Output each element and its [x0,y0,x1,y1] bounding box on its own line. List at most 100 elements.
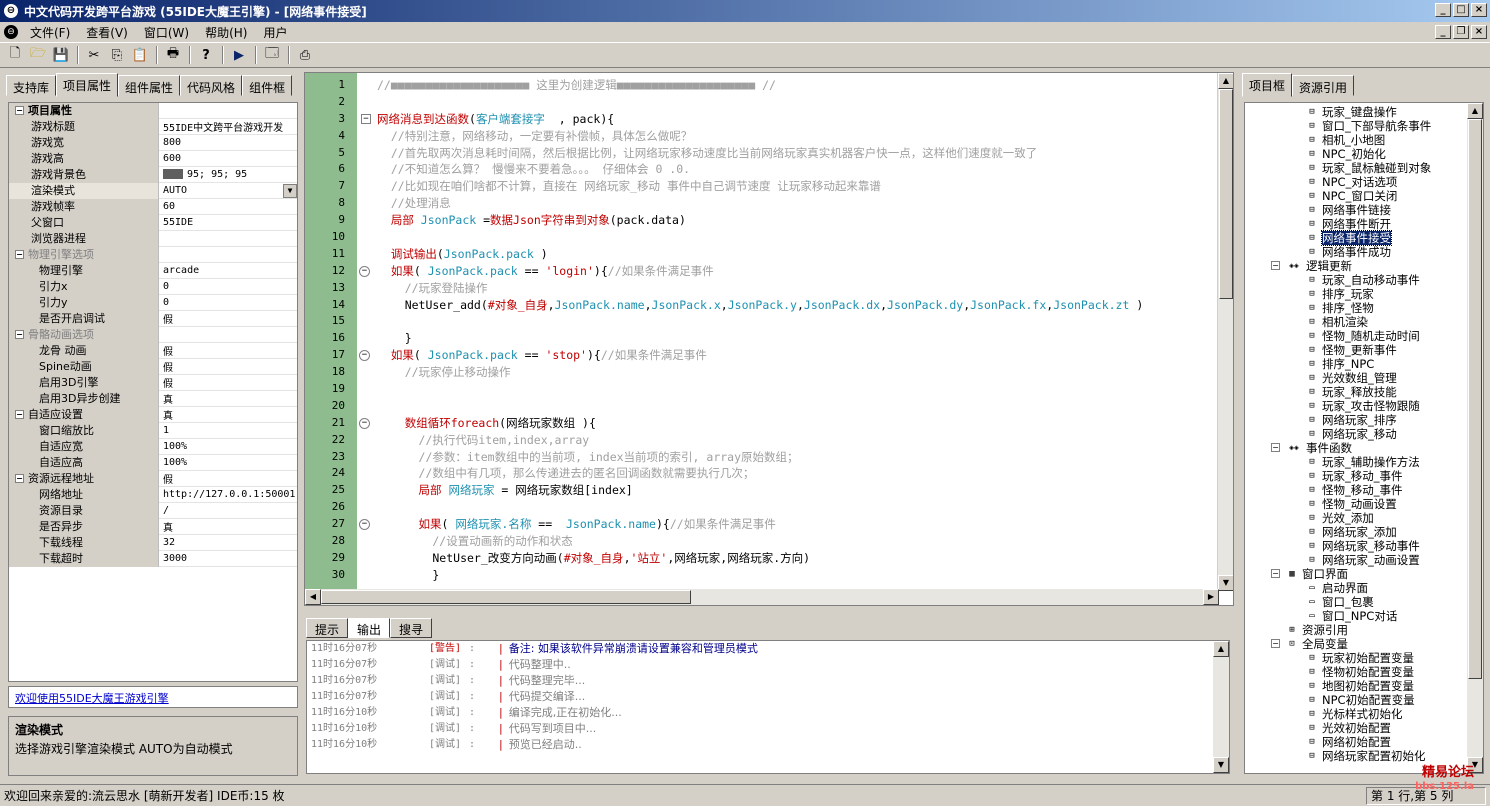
collapse-icon[interactable]: − [15,474,24,483]
property-row[interactable]: 游戏宽 800 [9,134,297,151]
tree-node[interactable]: ▭ 窗口_NPC对话 [1245,609,1483,623]
property-value[interactable]: 100% [159,457,297,468]
property-value[interactable]: 55IDE [159,217,297,228]
run-icon[interactable]: ▶ [228,44,250,66]
tree-node[interactable]: − ◈◈ 事件函数 [1245,441,1483,455]
code-line[interactable]: 21 − 数组循环foreach(网络玩家数组 ){ [305,415,1219,432]
collapse-icon[interactable]: − [1271,639,1280,648]
property-value[interactable]: 假 [159,471,297,486]
left-panel-tab[interactable]: 组件属性 [118,75,181,96]
property-row[interactable]: − 资源远程地址假 [9,470,297,487]
property-row[interactable]: − 骨骼动画选项 [9,326,297,343]
code-line[interactable]: 6 //不知道怎么算？ 慢慢来不要着急。。。 仔细体会 0 .0. [305,161,1219,178]
menu-view[interactable]: 查看(V) [78,24,136,41]
tree-node[interactable]: ▭ 启动界面 [1245,581,1483,595]
property-row[interactable]: 是否开启调试 假 [9,310,297,327]
scroll-thumb[interactable] [1219,89,1233,299]
tree-node[interactable]: ▭ 窗口_包裹 [1245,595,1483,609]
property-row[interactable]: 启用3D引擎 假 [9,374,297,391]
scroll-up-icon[interactable]: ▲ [1213,641,1229,657]
left-panel-tab[interactable]: 组件框 [242,75,293,96]
mdi-restore-button[interactable]: ❐ [1453,25,1469,39]
property-row[interactable]: 游戏背景色 95; 95; 95 [9,166,297,183]
code-line[interactable]: 7 //比如现在咱们啥都不计算，直接在 网络玩家_移动 事件中自己调节速度 让玩… [305,178,1219,195]
property-value[interactable]: 100% [159,441,297,452]
tree-node[interactable]: ⊟ NPC初始配置变量 [1245,693,1483,707]
code-line[interactable]: 15 [305,313,1219,330]
tree-node[interactable]: ⊟ 玩家初始配置变量 [1245,651,1483,665]
property-value[interactable]: 0 [159,281,297,292]
code-line[interactable]: 25 局部 网络玩家 = 网络玩家数组[index] [305,482,1219,499]
maximize-button[interactable]: □ [1453,3,1469,17]
property-row[interactable]: 引力y 0 [9,294,297,311]
code-line[interactable]: 10 [305,229,1219,246]
minimize-button[interactable]: _ [1435,3,1451,17]
property-row[interactable]: 自适应高 100% [9,454,297,471]
tree-node[interactable]: ⊟ 玩家_自动移动事件 [1245,273,1483,287]
chevron-down-icon[interactable]: ▼ [283,183,297,198]
cut-icon[interactable]: ✂ [83,44,105,66]
property-value[interactable]: http://127.0.0.1:50001 [159,489,297,500]
property-value[interactable]: 95; 95; 95 [159,169,297,180]
property-row[interactable]: 自适应宽 100% [9,438,297,455]
code-line[interactable]: 17 − 如果( JsonPack.pack == 'stop'){//如果条件满… [305,347,1219,364]
fold-toggle-icon[interactable]: − [359,417,370,429]
property-row[interactable]: 是否异步 真 [9,518,297,535]
code-line[interactable]: 13 //玩家登陆操作 [305,280,1219,297]
tree-scrollbar[interactable]: ▲ ▼ [1467,103,1483,773]
tree-node[interactable]: ⊟ 网络事件链接 [1245,203,1483,217]
property-row[interactable]: 网络地址 http://127.0.0.1:50001 [9,486,297,503]
scroll-thumb[interactable] [321,590,691,604]
print-icon[interactable]: 🖶 [162,44,184,66]
tree-node[interactable]: ⊟ NPC_初始化 [1245,147,1483,161]
property-value[interactable]: 0 [159,297,297,308]
property-grid[interactable]: − 项目属性 游戏标题 55IDE中文跨平台游戏开发 游戏宽 800 游戏高 600 游戏背景色… [8,102,298,682]
new-file-icon[interactable]: 🗋 [4,44,26,66]
property-row[interactable]: 窗口缩放比 1 [9,422,297,439]
tree-node[interactable]: ⊟ 网络玩家_添加 [1245,525,1483,539]
scroll-left-icon[interactable]: ◀ [305,589,321,605]
code-line[interactable]: 3 − 网络消息到达函数(客户端套接字 , pack){ [305,111,1219,128]
property-value[interactable]: 3000 [159,553,297,564]
mdi-minimize-button[interactable]: _ [1435,25,1451,39]
property-row[interactable]: − 项目属性 [9,103,297,119]
output-tab[interactable]: 提示 [306,618,349,638]
tree-node[interactable]: ⊟ 相机渲染 [1245,315,1483,329]
close-button[interactable]: × [1471,3,1487,17]
scroll-thumb[interactable] [1468,119,1482,679]
fold-toggle-icon[interactable]: − [359,265,370,277]
output-scrollbar[interactable]: ▲ ▼ [1213,641,1229,773]
property-value[interactable]: 55IDE中文跨平台游戏开发 [159,119,297,134]
code-line[interactable]: 9 局部 JsonPack =数据Json字符串到对象(pack.data) [305,212,1219,229]
tree-node[interactable]: ⊟ 玩家_攻击怪物跟随 [1245,399,1483,413]
scroll-down-icon[interactable]: ▼ [1213,757,1229,773]
property-row[interactable]: 下载线程 32 [9,534,297,551]
property-value[interactable]: 假 [159,375,297,390]
tree-node[interactable]: ⊟ 怪物_随机走动时间 [1245,329,1483,343]
property-row[interactable]: Spine动画 假 [9,358,297,375]
tree-node[interactable]: ⊟ 光效初始配置 [1245,721,1483,735]
project-tree[interactable]: ⊟ 玩家_键盘操作 ⊟ 窗口_下部导航条事件 ⊟ 相机_小地图 ⊟ NPC_初始化 ⊟ 玩家_鼠标… [1244,102,1484,774]
code-line[interactable]: 24 //数组中有几项，那么传递进去的匿名回调函数就需要执行几次； [305,465,1219,482]
output-tab[interactable]: 输出 [348,618,391,638]
output-panel[interactable]: 11时16分07秒 [警告] : | 备注: 如果该软件异常崩溃请设置兼容和管理员模式… [306,640,1230,774]
tree-node[interactable]: ⊟ 网络事件断开 [1245,217,1483,231]
code-line[interactable]: 26 [305,499,1219,516]
property-value[interactable]: 60 [159,201,297,212]
code-line[interactable]: 12 − 如果( JsonPack.pack == 'login'){//如果条件… [305,263,1219,280]
scroll-up-icon[interactable]: ▲ [1218,73,1233,89]
property-value[interactable]: 32 [159,537,297,548]
code-line[interactable]: 28 //设置动画新的动作和状态 [305,533,1219,550]
save-icon[interactable]: 💾 [50,44,72,66]
right-panel-tab[interactable]: 资源引用 [1292,75,1355,96]
editor-vertical-scrollbar[interactable]: ▲ ▼ [1217,73,1233,591]
collapse-icon[interactable]: − [1271,569,1280,578]
property-value[interactable]: AUTO ▼ [159,183,297,198]
collapse-icon[interactable]: − [15,330,24,339]
tree-node[interactable]: ⊟ 网络玩家_移动事件 [1245,539,1483,553]
property-row[interactable]: 浏览器进程 [9,230,297,247]
tree-node[interactable]: ⊟ 排序_怪物 [1245,301,1483,315]
doc-icon[interactable]: ⊖ [4,25,18,39]
tree-node[interactable]: ⊟ 光标样式初始化 [1245,707,1483,721]
tree-node[interactable]: ⊟ 怪物_动画设置 [1245,497,1483,511]
